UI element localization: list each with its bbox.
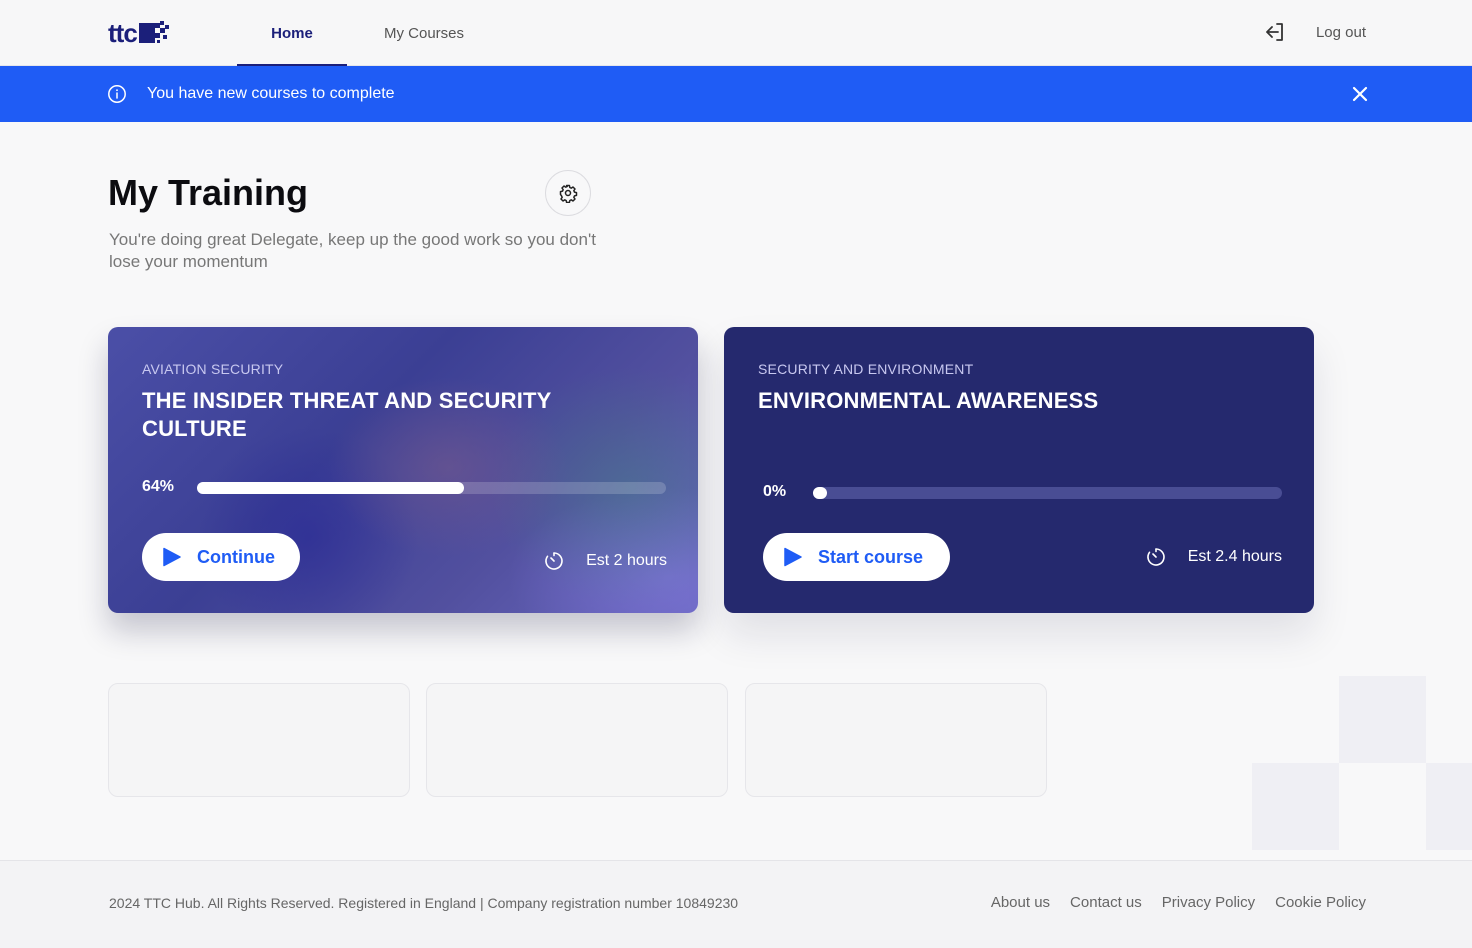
placeholder-card [108, 683, 410, 797]
tab-my-courses[interactable]: My Courses [368, 0, 480, 66]
course-category: AVIATION SECURITY [142, 361, 284, 377]
start-course-button[interactable]: Start course [763, 533, 950, 581]
placeholder-card [745, 683, 1047, 797]
decorative-square [1252, 763, 1339, 850]
progress-bar [197, 482, 666, 494]
placeholder-card [426, 683, 728, 797]
footer-link-contact[interactable]: Contact us [1070, 894, 1142, 911]
footer-link-about[interactable]: About us [991, 894, 1050, 911]
footer-link-privacy[interactable]: Privacy Policy [1162, 894, 1255, 911]
course-category: SECURITY AND ENVIRONMENT [758, 361, 974, 377]
course-card: AVIATION SECURITY THE INSIDER THREAT AND… [108, 327, 698, 613]
logout-label: Log out [1315, 23, 1366, 41]
progress-percent: 64% [142, 478, 175, 495]
banner-message: You have new courses to complete [147, 85, 395, 102]
progress-percent: 0% [763, 483, 787, 500]
progress-fill [813, 487, 827, 499]
time-estimate: Est 2 hours [544, 551, 667, 571]
page-title: My Training [108, 172, 309, 213]
logout-icon [1266, 23, 1283, 41]
timer-icon [545, 552, 563, 570]
progress-bar [813, 487, 1282, 499]
start-course-button-label: Start course [818, 546, 924, 567]
logo-text: ttc [108, 18, 138, 48]
logout-button[interactable]: Log out [1263, 20, 1366, 44]
decorative-square [1426, 763, 1472, 850]
tab-home[interactable]: Home [237, 0, 347, 67]
course-title: THE INSIDER THREAT AND SECURITY CULTURE [142, 388, 552, 441]
logo-pixel-icon [138, 21, 169, 43]
ttc-logo[interactable]: ttc [108, 20, 169, 46]
time-estimate: Est 2.4 hours [1146, 547, 1282, 567]
gear-icon [559, 184, 578, 203]
copyright-text: 2024 TTC Hub. All Rights Reserved. Regis… [109, 895, 739, 911]
decorative-square [1339, 676, 1426, 763]
time-estimate-label: Est 2 hours [586, 552, 667, 569]
course-title: ENVIRONMENTAL AWARENESS [758, 388, 1099, 413]
course-card: SECURITY AND ENVIRONMENT ENVIRONMENTAL A… [724, 327, 1314, 613]
settings-button[interactable] [545, 170, 591, 216]
progress-fill [197, 482, 465, 494]
notification-banner: You have new courses to complete [0, 66, 1472, 122]
close-icon[interactable] [1350, 84, 1370, 104]
info-icon [108, 85, 126, 103]
time-estimate-label: Est 2.4 hours [1187, 548, 1282, 565]
footer: 2024 TTC Hub. All Rights Reserved. Regis… [0, 860, 1472, 948]
top-navigation-bar: ttc Home My Courses Log out [0, 0, 1472, 67]
footer-links: About us Contact us Privacy Policy Cooki… [971, 894, 1366, 911]
play-icon [784, 547, 802, 567]
timer-icon [1146, 548, 1165, 566]
play-icon [163, 547, 181, 567]
footer-link-cookie[interactable]: Cookie Policy [1275, 894, 1366, 911]
continue-button-label: Continue [197, 546, 275, 567]
continue-button[interactable]: Continue [142, 533, 300, 581]
page-subtitle: You're doing great Delegate, keep up the… [109, 230, 596, 271]
